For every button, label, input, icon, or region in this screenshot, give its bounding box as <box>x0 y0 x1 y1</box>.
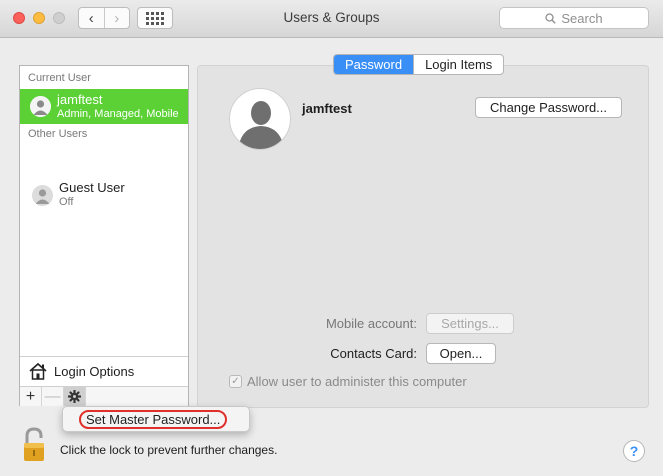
add-user-button[interactable]: + <box>20 387 42 406</box>
login-options-item[interactable]: Login Options <box>28 362 134 380</box>
user-picture[interactable] <box>229 88 291 150</box>
gear-icon <box>68 390 81 403</box>
change-password-button[interactable]: Change Password... <box>475 97 622 118</box>
set-master-password-menu-item[interactable]: Set Master Password... <box>79 410 228 429</box>
sidebar-toolbar: + — <box>20 386 188 406</box>
admin-checkbox-label: Allow user to administer this computer <box>247 374 467 389</box>
search-icon <box>545 12 557 24</box>
lock-status-text: Click the lock to prevent further change… <box>60 443 278 457</box>
unlocked-padlock-icon <box>24 427 44 461</box>
mobile-settings-button[interactable]: Settings... <box>426 313 514 334</box>
house-icon <box>29 362 47 380</box>
person-icon <box>32 184 53 206</box>
tab-login-items[interactable]: Login Items <box>413 55 503 74</box>
admin-checkbox-row[interactable]: ✓ Allow user to administer this computer <box>229 374 467 389</box>
search-field[interactable]: Search <box>499 7 649 29</box>
sidebar-item-current-user[interactable]: jamftest Admin, Managed, Mobile <box>20 89 188 124</box>
help-button[interactable]: ? <box>623 440 645 462</box>
users-groups-window: ‹ › Users & Groups Search Current User j… <box>0 0 663 476</box>
remove-user-button[interactable]: — <box>42 387 64 406</box>
action-menu-button[interactable] <box>64 387 86 406</box>
checkmark-icon: ✓ <box>231 376 240 387</box>
guest-user-name: Guest User <box>59 180 125 195</box>
mobile-account-label: Mobile account: <box>325 316 417 331</box>
open-contacts-button[interactable]: Open... <box>426 343 496 364</box>
lock-button[interactable] <box>22 427 46 466</box>
other-users-header: Other Users <box>28 128 88 140</box>
guest-user-subtitle: Off <box>59 196 74 208</box>
person-icon <box>238 101 284 149</box>
current-user-subtitle: Admin, Managed, Mobile <box>57 107 179 120</box>
title-bar: ‹ › Users & Groups Search <box>0 0 663 38</box>
contacts-card-label: Contacts Card: <box>330 346 417 361</box>
admin-checkbox[interactable]: ✓ <box>229 375 242 388</box>
search-placeholder: Search <box>561 10 603 26</box>
divider <box>20 356 188 357</box>
sidebar-item-guest-user[interactable]: Guest User Off <box>20 180 188 210</box>
avatar <box>32 184 53 206</box>
tab-password[interactable]: Password <box>334 55 414 74</box>
tab-bar: Password Login Items <box>333 54 505 75</box>
current-user-name: jamftest <box>57 91 103 107</box>
current-user-header: Current User <box>28 72 91 84</box>
login-options-label: Login Options <box>54 363 135 379</box>
users-sidebar: Current User jamftest Admin, Managed, Mo… <box>19 65 189 406</box>
main-user-name: jamftest <box>302 101 352 116</box>
avatar <box>30 96 51 117</box>
person-icon <box>30 96 51 117</box>
action-popup-menu: Set Master Password... <box>62 406 250 432</box>
